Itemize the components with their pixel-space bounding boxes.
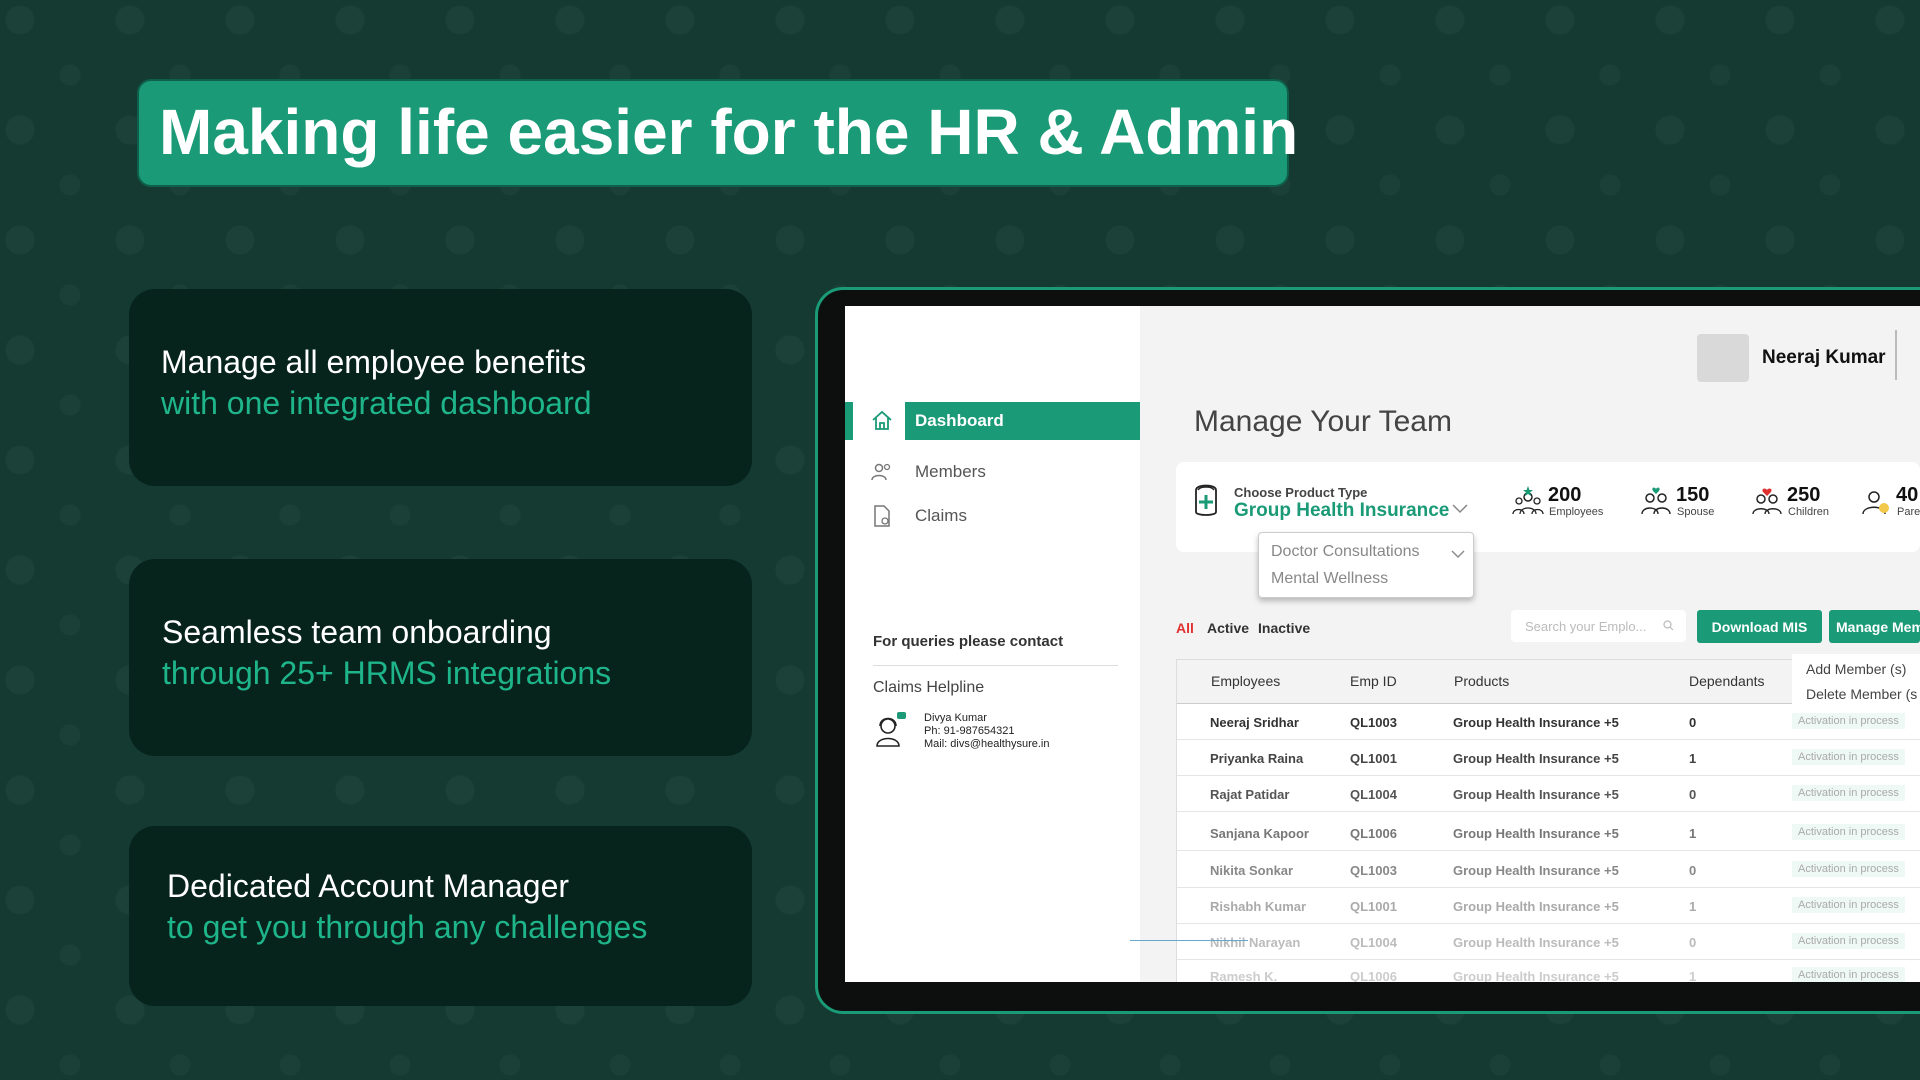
avatar[interactable] [1697, 334, 1749, 382]
feature-line-2: through 25+ HRMS integrations [162, 655, 612, 691]
headline-banner: Making life easier for the HR & Admin [137, 79, 1298, 187]
feature-card-account-manager: Dedicated Account Manager to get you thr… [129, 826, 752, 1006]
sidebar-item-label: Members [915, 462, 986, 481]
user-name[interactable]: Neeraj Kumar [1762, 347, 1886, 369]
contact-name: Divya Kumar [924, 712, 987, 724]
contact-mail: Mail: divs@healthysure.in [924, 738, 1050, 750]
feature-line-1: Manage all employee benefits [161, 344, 587, 380]
home-icon [872, 410, 892, 430]
divider [873, 665, 1118, 666]
claims-icon [874, 505, 890, 527]
members-icon [871, 463, 891, 481]
header-divider [1895, 330, 1897, 380]
sidebar-item-claims[interactable]: Claims [845, 496, 1140, 536]
sidebar-item-label: Claims [915, 506, 967, 525]
contact-heading: For queries please contact [873, 633, 1064, 650]
feature-card-onboarding: Seamless team onboarding through 25+ HRM… [129, 559, 752, 756]
feature-line-2: to get you through any challenges [167, 909, 648, 945]
feature-line-2: with one integrated dashboard [161, 385, 592, 421]
sidebar-item-members[interactable]: Members [845, 452, 1140, 492]
contact-phone: Ph: 91-987654321 [924, 725, 1015, 737]
page-title: Manage Your Team [1194, 405, 1452, 438]
sidebar-item-label: Dashboard [915, 411, 1004, 430]
sidebar-item-dashboard[interactable]: Dashboard [845, 401, 1140, 441]
feature-line-1: Dedicated Account Manager [167, 868, 570, 904]
feature-card-dashboard: Manage all employee benefits with one in… [129, 289, 752, 486]
feature-line-1: Seamless team onboarding [162, 614, 552, 650]
headline: Making life easier for the HR & Admin [159, 96, 1299, 168]
contact-details: Divya Kumar Ph: 91-987654321 Mail: divs@… [924, 712, 1050, 751]
support-agent-icon [876, 712, 906, 747]
sidebar: Dashboard Members Claims For queries ple… [845, 306, 1140, 982]
claims-helpline-label: Claims Helpline [873, 679, 985, 696]
